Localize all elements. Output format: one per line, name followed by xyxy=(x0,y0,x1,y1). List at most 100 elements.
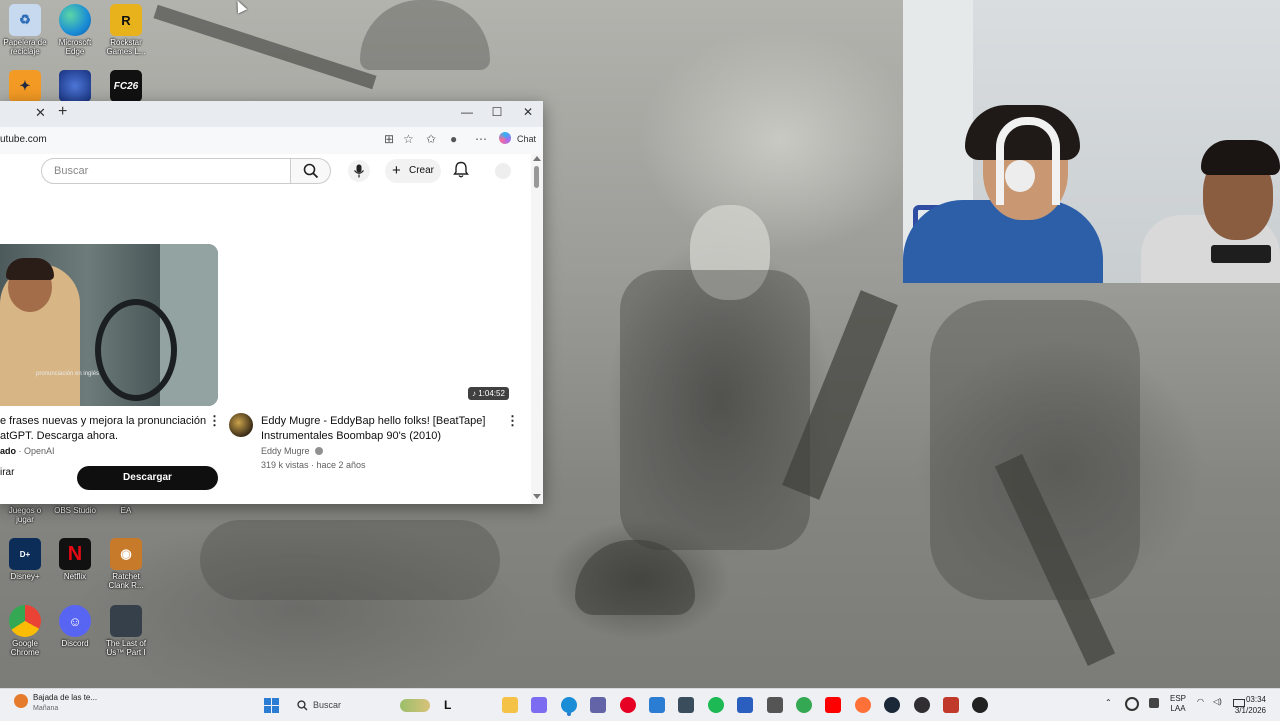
notifications-bell-icon[interactable] xyxy=(453,161,469,179)
desktop-icon-fc26[interactable]: FC26 xyxy=(103,70,149,102)
profile-icon[interactable]: ● xyxy=(450,132,457,146)
network-tray-icon[interactable] xyxy=(1125,697,1139,711)
close-window-icon[interactable]: ✕ xyxy=(518,105,538,119)
media-player-icon[interactable] xyxy=(972,697,988,713)
weather-subtitle[interactable]: Mañana xyxy=(33,705,58,712)
copilot-icon[interactable] xyxy=(531,697,547,713)
tab-bar: ✕ + — ☐ ✕ xyxy=(0,101,543,127)
ad-more-icon[interactable]: ⋮ xyxy=(208,413,221,429)
windows-start-icon[interactable] xyxy=(264,698,279,713)
account-avatar[interactable] xyxy=(495,163,511,179)
desktop-label-obs[interactable]: OBS Studio xyxy=(52,504,98,515)
close-tab-icon[interactable]: ✕ xyxy=(35,105,46,121)
weather-widget-icon[interactable] xyxy=(14,694,28,708)
desktop-icon-ratchet[interactable]: ◉ Ratchet Clank R... xyxy=(103,538,149,590)
minimize-icon[interactable]: — xyxy=(457,105,477,119)
verified-icon xyxy=(315,447,324,455)
favorites-icon[interactable]: ✩ xyxy=(426,132,436,146)
desktop-icon-chrome[interactable]: Google Chrome xyxy=(2,605,48,657)
store-icon[interactable] xyxy=(649,697,665,713)
app-tray-icon[interactable] xyxy=(1149,698,1159,708)
page-scrollbar[interactable] xyxy=(531,154,543,504)
search-button[interactable] xyxy=(291,158,331,184)
copilot-chat-icon[interactable] xyxy=(499,132,511,144)
edge-icon xyxy=(59,4,91,36)
download-button[interactable]: Descargar xyxy=(77,466,218,490)
edge-taskbar-icon[interactable] xyxy=(561,697,577,713)
desktop-icon-recycle-bin[interactable]: ♻ Papelera de reciclaje xyxy=(2,4,48,56)
weather-title[interactable]: Bajada de las te... xyxy=(33,693,97,702)
language-indicator[interactable]: ESP LAA xyxy=(1170,694,1186,714)
steam-icon[interactable] xyxy=(884,697,900,713)
video-title[interactable]: Eddy Mugre - EddyBap hello folks! [BeatT… xyxy=(261,414,501,444)
video-channel-name[interactable]: Eddy Mugre xyxy=(261,446,324,456)
recycle-bin-icon: ♻ xyxy=(9,4,41,36)
thumbnail-caption: pronunciación en inglés xyxy=(36,371,100,377)
phone xyxy=(1211,245,1271,263)
desktop-label-juegos[interactable]: Juegos o jugar xyxy=(2,504,48,524)
plus-icon: + xyxy=(392,162,401,179)
ratchet-icon: ◉ xyxy=(110,538,142,570)
headphones xyxy=(996,117,1060,205)
chrome-icon xyxy=(9,605,41,637)
favorite-star-icon[interactable]: ☆ xyxy=(403,132,414,146)
scroll-down-arrow-icon[interactable] xyxy=(533,494,541,499)
maximize-icon[interactable]: ☐ xyxy=(487,105,507,119)
game-controller-icon[interactable] xyxy=(767,697,783,713)
ad-thumbnail[interactable]: pronunciación en inglés xyxy=(0,244,218,406)
browser-window[interactable]: ✕ + — ☐ ✕ utube.com ⊞ ☆ ✩ ● ⋯ Chat Busca… xyxy=(0,101,543,504)
video-editor-icon[interactable] xyxy=(943,697,959,713)
teams-icon[interactable] xyxy=(590,697,606,713)
show-hidden-icons[interactable]: ⌃ xyxy=(1105,698,1112,707)
create-button[interactable]: + Crear xyxy=(385,159,441,183)
app-blue-icon[interactable] xyxy=(737,697,753,713)
obs-icon[interactable] xyxy=(914,697,930,713)
discord-icon: ☺ xyxy=(59,605,91,637)
rockstar-icon: R xyxy=(110,4,142,36)
desktop-label-ea[interactable]: EA xyxy=(103,504,149,515)
ad-title[interactable]: e frases nuevas y mejora la pronunciació… xyxy=(0,414,206,444)
search-input[interactable]: Buscar xyxy=(41,158,291,184)
desktop-icon-cs[interactable]: ✦ xyxy=(2,70,48,102)
chat-button[interactable]: Chat xyxy=(517,134,536,144)
spotify-icon[interactable] xyxy=(708,697,724,713)
desktop-icon-discord[interactable]: ☺ Discord xyxy=(52,605,98,648)
chrome-taskbar-icon[interactable] xyxy=(796,697,812,713)
desktop-icon-rockstar[interactable]: R Rockstar Games L... xyxy=(103,4,149,56)
scrollbar-thumb[interactable] xyxy=(534,166,539,188)
game-blue-icon xyxy=(59,70,91,102)
ad-secondary-button[interactable]: irar xyxy=(0,467,14,478)
youtube-icon[interactable] xyxy=(825,697,841,713)
search-icon xyxy=(303,163,319,179)
scroll-up-arrow-icon[interactable] xyxy=(533,156,541,161)
more-icon[interactable]: ⋯ xyxy=(475,132,487,146)
desktop-icon-edge[interactable]: Microsoft Edge xyxy=(52,4,98,56)
taskbar: Bajada de las te... Mañana Buscar L ⌃ ES… xyxy=(0,688,1280,721)
pinterest-icon[interactable] xyxy=(620,697,636,713)
search-placeholder: Buscar xyxy=(54,165,89,177)
search-highlight-icon xyxy=(400,699,430,712)
address-bar[interactable]: utube.com ⊞ ☆ ✩ ● ⋯ Chat xyxy=(0,127,543,155)
new-tab-icon[interactable]: + xyxy=(58,103,67,121)
widget-app-icon[interactable]: L xyxy=(444,698,451,712)
firefox-icon[interactable] xyxy=(855,697,871,713)
disney-icon: D+ xyxy=(9,538,41,570)
terminal-icon[interactable] xyxy=(678,697,694,713)
channel-avatar[interactable] xyxy=(229,413,253,437)
volume-icon[interactable]: ◁) xyxy=(1213,697,1222,706)
url-text[interactable]: utube.com xyxy=(0,134,47,145)
video-more-icon[interactable]: ⋮ xyxy=(506,413,519,429)
cs-icon: ✦ xyxy=(9,70,41,102)
desktop-icon-tlou[interactable]: The Last of Us™ Part I xyxy=(103,605,149,657)
taskbar-search[interactable]: Buscar xyxy=(292,697,432,714)
file-explorer-icon[interactable] xyxy=(502,697,518,713)
desktop-icon-netflix[interactable]: N Netflix xyxy=(52,538,98,581)
desktop-icon-disney[interactable]: D+ Disney+ xyxy=(2,538,48,581)
voice-search-button[interactable] xyxy=(348,160,370,182)
clock[interactable]: 03:34 3/1/2026 xyxy=(1235,694,1266,716)
split-screen-icon[interactable]: ⊞ xyxy=(384,132,394,146)
webcam-overlay xyxy=(903,0,1280,283)
desktop-icon-game-blue[interactable] xyxy=(52,70,98,102)
video-stats: 319 k vistas · hace 2 años xyxy=(261,460,366,470)
wifi-icon[interactable]: ◠ xyxy=(1197,697,1204,706)
